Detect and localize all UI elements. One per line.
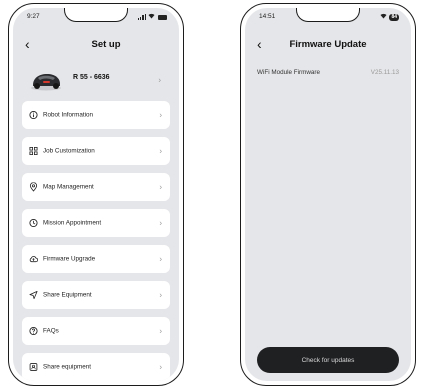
menu-item-map-management[interactable]: Map Management › [22,173,170,201]
wifi-icon [380,13,387,21]
chevron-right-icon: › [159,218,162,228]
menu-item-mission-appointment[interactable]: Mission Appointment › [22,209,170,237]
robot-name: R 55 - 6636 [73,74,110,81]
share-device-icon [29,363,38,371]
menu-item-label: Mission Appointment [43,219,102,227]
send-icon [29,290,38,300]
status-icons: 84 [380,13,399,21]
location-pin-icon [29,182,38,192]
status-time: 14:51 [259,13,276,20]
phone-frame-firmware-update: 14:51 84 ‹ Firmware Update WiFi Module F… [240,3,416,386]
clock-icon [29,218,38,228]
status-time: 9:27 [27,13,40,20]
menu-item-share-device[interactable]: Share equipment › [22,353,170,381]
menu-item-share-equipment[interactable]: Share Equipment › [22,281,170,309]
page-title: Set up [91,39,121,50]
info-icon [29,110,38,120]
wifi-icon [148,13,155,21]
chevron-right-icon: › [159,254,162,264]
phone-notch [296,8,360,22]
chevron-right-icon: › [159,362,162,372]
settings-menu: Robot Information › Job Customization › … [22,101,170,381]
menu-item-robot-information[interactable]: Robot Information › [22,101,170,129]
setup-header: ‹ Set up [13,36,179,54]
menu-item-label: Share Equipment [43,291,92,299]
battery-level-badge: 84 [389,13,399,21]
menu-item-firmware-upgrade[interactable]: Firmware Upgrade › [22,245,170,273]
page-title: Firmware Update [289,39,367,50]
phone-notch [64,8,128,22]
firmware-label: WiFi Module Firmware [257,69,320,76]
menu-item-label: Map Management [43,183,94,191]
menu-item-label: Share equipment [43,363,91,371]
setup-screen: 9:27 ‹ Set up R 55 - 6636 › Robot Inform… [13,8,179,381]
menu-item-label: Firmware Upgrade [43,255,96,263]
chevron-right-icon: › [159,146,162,156]
chevron-right-icon: › [159,110,162,120]
phone-frame-setup: 9:27 ‹ Set up R 55 - 6636 › Robot Inform… [8,3,184,386]
question-icon [29,326,38,336]
firmware-version: V25.11.13 [370,69,399,76]
status-icons [137,13,167,21]
firmware-header: ‹ Firmware Update [245,36,411,54]
menu-item-label: Robot Information [43,111,94,119]
check-for-updates-button[interactable]: Check for updates [257,347,399,373]
menu-item-label: FAQs [43,327,59,335]
menu-item-label: Job Customization [43,147,95,155]
robot-mower-image [31,74,61,91]
chevron-right-icon: › [159,290,162,300]
menu-item-faqs[interactable]: FAQs › [22,317,170,345]
chevron-right-icon: › [159,326,162,336]
menu-item-job-customization[interactable]: Job Customization › [22,137,170,165]
firmware-row: WiFi Module Firmware V25.11.13 [257,69,399,79]
chevron-right-icon: › [159,182,162,192]
signal-icon [137,14,146,20]
chevron-right-icon: › [158,75,161,85]
grid-icon [29,146,38,156]
robot-device-card[interactable]: R 55 - 6636 › [23,65,169,95]
firmware-update-screen: 14:51 84 ‹ Firmware Update WiFi Module F… [245,8,411,381]
cloud-upload-icon [29,256,38,263]
battery-icon [158,14,167,20]
